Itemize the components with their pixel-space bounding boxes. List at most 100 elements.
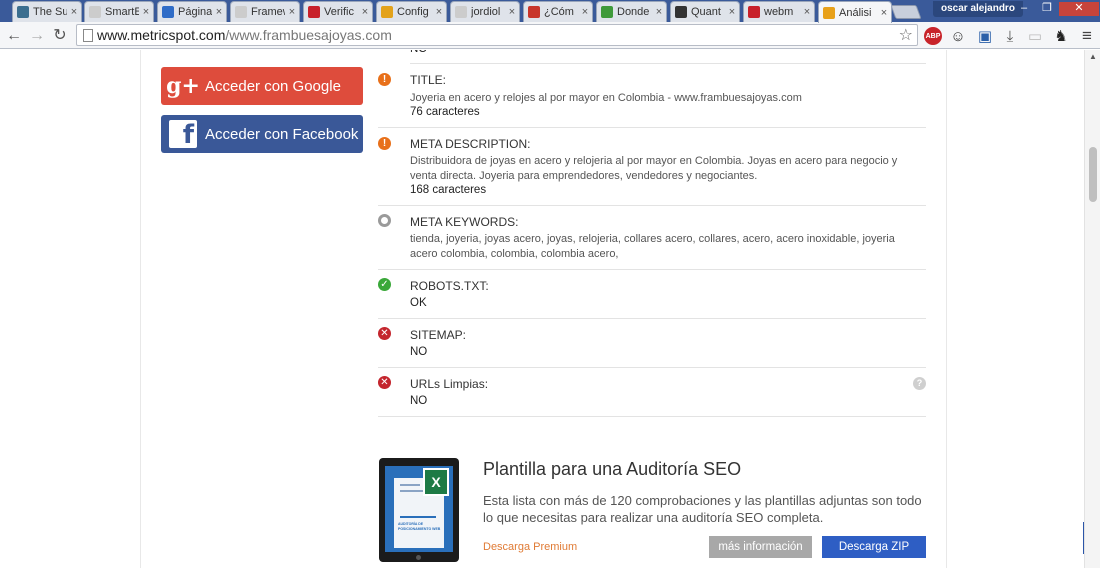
container-border-right: [946, 50, 947, 568]
tab-title: Framew: [251, 6, 285, 18]
facebook-login-button[interactable]: f Acceder con Facebook: [161, 115, 363, 153]
leaf-icon: [601, 6, 613, 18]
check-value: NO: [410, 395, 428, 407]
browser-tab[interactable]: Quant ×: [670, 1, 740, 22]
window-extension-icon[interactable]: ▣: [975, 26, 995, 46]
tab-close-icon[interactable]: ×: [877, 7, 891, 19]
swirl-icon: [162, 6, 174, 18]
check-label: ROBOTS.TXT:: [410, 279, 489, 293]
adblock-icon[interactable]: ABP: [924, 27, 942, 45]
browser-tab[interactable]: Config ×: [376, 1, 447, 22]
url-text[interactable]: www.metricspot.com/www.frambuesajoyas.co…: [97, 27, 392, 43]
check-label: META DESCRIPTION:: [410, 137, 531, 151]
check-ok-icon: ✓: [378, 278, 391, 291]
clipped-value: NO: [410, 50, 427, 55]
google-login-button[interactable]: g+ Acceder con Google: [161, 67, 363, 105]
tablet-home-button: [416, 555, 421, 560]
tab-close-icon[interactable]: ×: [67, 6, 81, 18]
browser-tab[interactable]: SmartE ×: [84, 1, 154, 22]
tab-close-icon[interactable]: ×: [578, 6, 592, 18]
check-value: OK: [410, 297, 427, 309]
download-extension-icon[interactable]: ⤓: [1000, 26, 1020, 46]
q-logo-icon: [675, 6, 687, 18]
browser-tab[interactable]: Página ×: [157, 1, 227, 22]
premium-download-link[interactable]: Descarga Premium: [483, 541, 577, 553]
tab-title: Página: [178, 6, 212, 18]
chrome-menu-icon[interactable]: ≡: [1077, 26, 1097, 46]
close-window-button[interactable]: ✕: [1059, 2, 1099, 16]
seo-check-clean-urls: ✕ URLs Limpias: NO ?: [378, 368, 926, 417]
ghost-extension-icon[interactable]: ♞: [1051, 26, 1071, 46]
m-logo-icon: [17, 6, 29, 18]
browser-tab[interactable]: Análisi ×: [818, 1, 892, 23]
tab-close-icon[interactable]: ×: [212, 6, 226, 18]
forward-button[interactable]: →: [27, 26, 47, 46]
browser-tab[interactable]: jordiol ×: [450, 1, 520, 22]
warning-icon: !: [378, 137, 391, 150]
scroll-up-arrow-icon[interactable]: ▲: [1085, 52, 1100, 61]
url-path: /www.frambuesajoyas.com: [225, 27, 392, 43]
tab-title: Análisi: [839, 6, 872, 19]
google-login-label: Acceder con Google: [205, 77, 341, 95]
tab-close-icon[interactable]: ×: [725, 6, 739, 18]
tab-close-icon[interactable]: ×: [652, 6, 666, 18]
page-content: NO g+ Acceder con Google f Acceder con F…: [0, 50, 1100, 568]
seo-check-title: ! TITLE: Joyeria en acero y relojes al p…: [378, 64, 926, 128]
minimize-button[interactable]: –: [1013, 2, 1035, 16]
tab-title: Donde: [617, 6, 650, 18]
browser-tab[interactable]: The Su ×: [12, 1, 82, 22]
seo-check-meta-keywords: META KEYWORDS: tienda, joyeria, joyas ac…: [378, 206, 926, 270]
browser-tab[interactable]: ¿Cóm ×: [523, 1, 593, 22]
tab-close-icon[interactable]: ×: [800, 6, 814, 18]
bookmark-star-icon[interactable]: ☆: [899, 25, 913, 45]
browser-tab[interactable]: webm ×: [743, 1, 815, 22]
download-zip-button[interactable]: Descarga ZIP: [822, 536, 926, 558]
google-plus-icon: g+: [166, 73, 200, 99]
new-tab-button[interactable]: [890, 5, 922, 19]
page-icon: [83, 29, 93, 42]
excel-icon: X: [423, 468, 449, 496]
browser-tab[interactable]: Donde ×: [596, 1, 667, 22]
check-label: URLs Limpias:: [410, 377, 489, 391]
tab-title: The Su: [33, 6, 67, 18]
check-count: 76 caracteres: [410, 106, 480, 118]
error-icon: ✕: [378, 327, 391, 340]
check-value: NO: [410, 346, 428, 358]
browser-tab[interactable]: Framew×: [230, 1, 300, 22]
more-info-button[interactable]: más información: [709, 536, 812, 558]
doc-title: AUDITORÍA DE POSICIONAMIENTO WEB: [398, 522, 441, 531]
tab-close-icon[interactable]: ×: [285, 6, 299, 18]
doc-line: [400, 484, 420, 486]
check-label: SITEMAP:: [410, 328, 467, 342]
page-icon: [455, 6, 467, 18]
browser-toolbar: ← → ↻ www.metricspot.com/www.frambuesajo…: [0, 22, 1100, 49]
maximize-button[interactable]: ❐: [1036, 2, 1058, 16]
seo-template-tablet-image: AUDITORÍA DE POSICIONAMIENTO WEB X: [379, 458, 459, 562]
tab-close-icon[interactable]: ×: [358, 6, 372, 18]
neutral-status-icon: [378, 214, 391, 227]
w-logo-icon: [748, 6, 760, 18]
tab-close-icon[interactable]: ×: [432, 6, 446, 18]
page-icon: [235, 6, 247, 18]
check-label: TITLE:: [410, 73, 447, 87]
seo-check-meta-description: ! META DESCRIPTION: Distribuidora de joy…: [378, 128, 926, 206]
seo-check-sitemap: ✕ SITEMAP: NO: [378, 319, 926, 368]
circle-logo-icon: [823, 6, 835, 19]
scrollbar-thumb[interactable]: [1089, 147, 1097, 202]
tab-close-icon[interactable]: ×: [139, 6, 153, 18]
check-value: Joyeria en acero y relojes al por mayor …: [410, 92, 802, 104]
blank-extension-icon[interactable]: ▭: [1025, 26, 1045, 46]
check-value: tienda, joyeria, joyas acero, joyas, rel…: [410, 233, 895, 260]
help-icon[interactable]: ?: [913, 377, 926, 390]
vertical-scrollbar[interactable]: ▲: [1084, 50, 1100, 568]
reload-button[interactable]: ↻: [50, 26, 70, 46]
error-icon: ✕: [378, 376, 391, 389]
back-button[interactable]: ←: [4, 26, 24, 46]
profile-name[interactable]: oscar alejandro: [933, 1, 1023, 17]
avatar-extension-icon[interactable]: ☺: [948, 26, 968, 46]
address-bar[interactable]: www.metricspot.com/www.frambuesajoyas.co…: [76, 24, 918, 46]
facebook-login-label: Acceder con Facebook: [205, 125, 359, 143]
check-value: Distribuidora de joyas en acero y reloje…: [410, 155, 898, 182]
browser-tab[interactable]: Verific ×: [303, 1, 373, 22]
tab-close-icon[interactable]: ×: [505, 6, 519, 18]
